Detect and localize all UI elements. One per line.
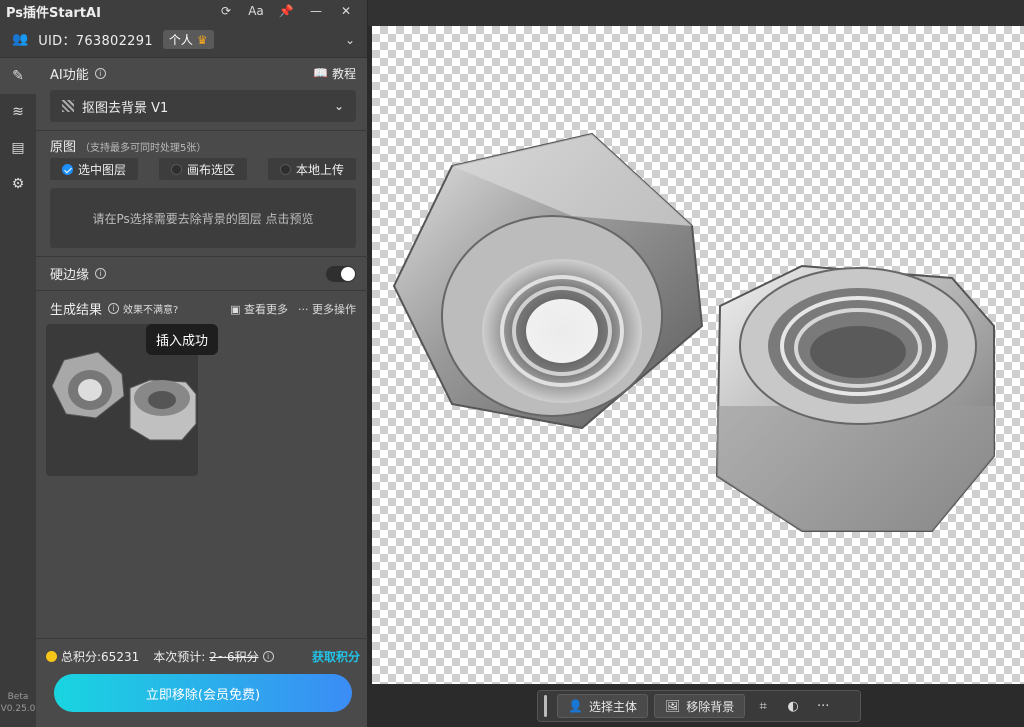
unsatisfied-link[interactable]: 效果不满意? xyxy=(123,301,178,316)
hex-nuts-image xyxy=(392,132,995,532)
radio-icon xyxy=(170,163,182,175)
book-icon: 📖 xyxy=(313,66,328,80)
source-row: 原图 （支持最多可同时处理5张） xyxy=(50,136,206,155)
source-hint: （支持最多可同时处理5张） xyxy=(80,143,207,154)
divider xyxy=(36,256,368,257)
info-icon[interactable]: i xyxy=(94,67,106,79)
users-icon: 👥 xyxy=(12,32,29,47)
ai-feature-label: AI功能 xyxy=(50,67,89,83)
adjust-icon[interactable]: ◐ xyxy=(781,694,805,718)
hard-edge-label: 硬边缘 xyxy=(50,268,90,283)
user-id: UID：763802291 xyxy=(38,34,153,49)
pin-icon[interactable]: 📌 xyxy=(271,4,301,18)
estimate-value: 2~6积分 xyxy=(209,650,259,664)
drag-handle[interactable] xyxy=(544,695,547,717)
ai-feature-row: AI功能 i 📖 教程 xyxy=(50,64,356,83)
version-label: Beta V0.25.0 xyxy=(0,692,36,714)
remove-now-button[interactable]: 立即移除(会员免费) xyxy=(54,674,352,712)
source-option-selected-layer[interactable]: 选中图层 xyxy=(50,158,138,180)
tutorial-link[interactable]: 📖 教程 xyxy=(313,65,356,82)
chevron-down-icon[interactable]: ⌄ xyxy=(345,33,355,47)
info-icon[interactable]: i xyxy=(95,268,107,279)
radio-icon xyxy=(279,163,291,175)
view-more-link[interactable]: ▣ 查看更多 xyxy=(230,301,288,317)
info-icon[interactable]: i xyxy=(262,651,274,662)
layers-icon[interactable]: ≋ xyxy=(0,94,36,130)
info-icon[interactable]: i xyxy=(108,303,120,314)
sidebar: ✎ ≋ ▤ ⚙ Beta V0.25.0 xyxy=(0,58,36,727)
source-option-canvas-selection[interactable]: 画布选区 xyxy=(159,158,247,180)
view-icon: ▣ xyxy=(230,302,241,316)
more-actions-link[interactable]: ··· 更多操作 xyxy=(298,301,356,317)
hard-edge-toggle[interactable] xyxy=(326,265,356,282)
divider xyxy=(36,638,368,639)
source-option-local-upload[interactable]: 本地上传 xyxy=(268,158,356,180)
user-bar[interactable]: 👥 UID：763802291 个人 ♛ ⌄ xyxy=(0,22,367,58)
remove-background-button[interactable]: 🖼 移除背景 xyxy=(653,694,746,718)
divider xyxy=(36,290,368,291)
crown-icon: ♛ xyxy=(196,32,208,47)
insert-success-tooltip: 插入成功 xyxy=(146,324,219,355)
total-points: 总积分:65231 xyxy=(61,650,140,664)
divider xyxy=(36,130,368,131)
chevron-down-icon: ⌄ xyxy=(333,99,344,113)
panel-content: AI功能 i 📖 教程 抠图去背景 V1 ⌄ 原图 （支持最多可同时处理5张） … xyxy=(36,58,368,727)
feature-select[interactable]: 抠图去背景 V1 ⌄ xyxy=(50,90,356,122)
person-icon: 👤 xyxy=(568,699,583,713)
account-type-badge: 个人 ♛ xyxy=(162,30,214,49)
radio-checked-icon xyxy=(61,163,73,175)
result-label: 生成结果 xyxy=(50,303,103,318)
font-size-icon[interactable]: Aa xyxy=(241,4,271,18)
image-icon: 🖼 xyxy=(664,699,681,713)
more-icon[interactable]: ··· xyxy=(811,694,835,718)
hard-edge-row: 硬边缘 i xyxy=(50,264,356,283)
document-icon[interactable]: ▤ xyxy=(0,130,36,166)
minimize-icon[interactable]: — xyxy=(301,4,331,18)
title-bar: Ps插件StartAI ⟳ Aa 📌 — ✕ xyxy=(0,0,367,22)
preview-dropzone[interactable]: 请在Ps选择需要去除背景的图层 点击预览 xyxy=(50,188,356,248)
contextual-task-bar: 👤 选择主体 🖼 移除背景 ⌗ ◐ ··· xyxy=(537,690,861,722)
source-label: 原图 xyxy=(50,140,77,155)
result-row: 生成结果 i 效果不满意? ▣ 查看更多 ··· 更多操作 xyxy=(50,299,356,319)
crop-icon[interactable]: ⌗ xyxy=(751,694,775,718)
points-row: 总积分:65231 本次预计: 2~6积分 i 获取积分 xyxy=(46,648,360,665)
estimate-label: 本次预计: xyxy=(153,650,206,664)
canvas-topbar xyxy=(368,0,1024,26)
feature-icon xyxy=(62,100,74,112)
get-points-link[interactable]: 获取积分 xyxy=(312,648,360,665)
source-options: 选中图层 画布选区 本地上传 xyxy=(50,158,356,180)
coin-icon xyxy=(46,651,57,662)
panel-title: Ps插件StartAI xyxy=(6,5,101,21)
close-icon[interactable]: ✕ xyxy=(331,4,361,18)
canvas[interactable] xyxy=(372,26,1024,684)
select-subject-button[interactable]: 👤 选择主体 xyxy=(557,694,648,718)
refresh-icon[interactable]: ⟳ xyxy=(211,4,241,18)
edit-icon[interactable]: ✎ xyxy=(0,58,36,94)
settings-icon[interactable]: ⚙ xyxy=(0,166,36,202)
plugin-panel: Ps插件StartAI ⟳ Aa 📌 — ✕ 👥 UID：763802291 个… xyxy=(0,0,368,727)
